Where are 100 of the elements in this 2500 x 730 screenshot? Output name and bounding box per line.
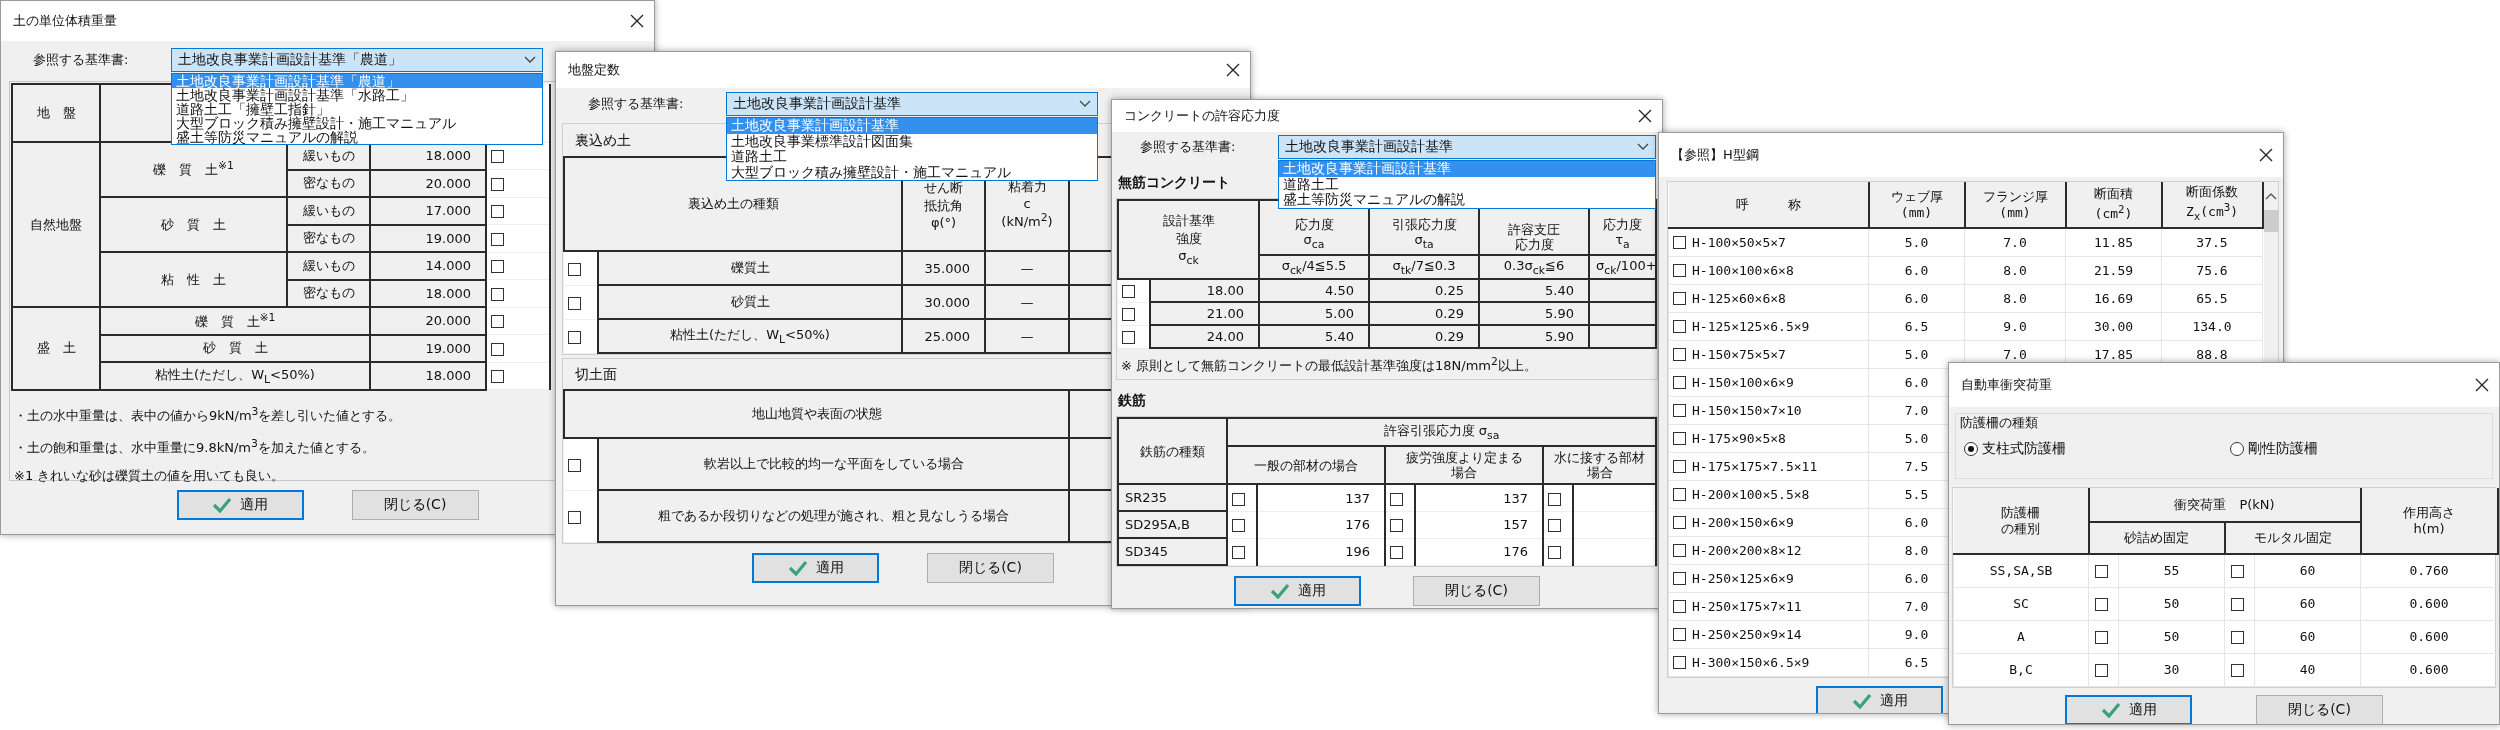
close-button[interactable]: 閉じる(C) (927, 553, 1054, 583)
checkbox[interactable] (491, 287, 505, 301)
table-cell: H-200×100×5.5×8 (1692, 487, 1810, 502)
apply-button[interactable]: 適用 (1816, 685, 1943, 713)
dropdown-option[interactable]: 道路土工 (1279, 176, 1655, 192)
chevron-icon (524, 56, 536, 64)
checkbox[interactable] (491, 315, 505, 329)
checkbox[interactable] (1390, 519, 1403, 533)
checkbox[interactable] (2231, 565, 2244, 579)
checkbox[interactable] (1673, 348, 1686, 361)
radio-button[interactable] (2230, 442, 2244, 456)
checkbox[interactable] (1390, 492, 1403, 506)
table-cell: 5.0 (1868, 228, 1965, 256)
dropdown-option[interactable]: 道路土工「擁壁工指針」 (172, 102, 542, 116)
apply-button[interactable]: 適用 (1234, 576, 1361, 607)
checkbox[interactable] (2231, 631, 2244, 644)
table-cell: 礫 質 土$^{※1}$ (100, 307, 370, 335)
close-icon[interactable] (630, 14, 644, 28)
checkbox[interactable] (491, 260, 505, 274)
checkbox[interactable] (1673, 236, 1686, 250)
checkbox[interactable] (491, 205, 505, 219)
checkbox[interactable] (2095, 598, 2108, 611)
close-button[interactable]: 閉じる(C) (2256, 694, 2383, 724)
checkbox[interactable] (1673, 264, 1686, 277)
checkbox[interactable] (1122, 285, 1135, 299)
table-cell: 0.600 (2360, 587, 2498, 620)
checkbox[interactable] (491, 342, 505, 356)
close-icon[interactable] (2259, 148, 2273, 162)
checkbox[interactable] (568, 262, 581, 276)
window-title: コンクリートの許容応力度 (1124, 107, 1280, 125)
header-text: τ$_{a}$ (1615, 232, 1630, 252)
reference-dropdown[interactable]: 土地改良事業計画設計基準 (1278, 135, 1656, 159)
table-cell: 0.600 (2360, 653, 2498, 686)
checkbox[interactable] (2095, 631, 2108, 644)
checkbox[interactable] (1673, 320, 1686, 333)
checkbox[interactable] (1673, 292, 1686, 305)
checkbox[interactable] (1673, 544, 1686, 557)
checkbox[interactable] (1673, 404, 1686, 417)
checkbox[interactable] (1548, 519, 1561, 533)
checkbox[interactable] (1122, 308, 1135, 321)
radio-label[interactable]: 剛性防護柵 (2248, 440, 2318, 458)
checkbox[interactable] (1673, 376, 1686, 389)
checkbox[interactable] (1232, 492, 1245, 506)
close-button[interactable]: 閉じる(C) (351, 490, 479, 520)
checkbox[interactable] (491, 232, 505, 246)
checkbox[interactable] (1122, 331, 1135, 344)
checkbox[interactable] (2095, 565, 2108, 579)
radio-label[interactable]: 支柱式防護柵 (1982, 440, 2066, 458)
dropdown-option[interactable]: 大型ブロック積み擁壁設計・施工マニュアル (172, 116, 542, 130)
checkbox[interactable] (1232, 546, 1245, 560)
close-button[interactable]: 閉じる(C) (1413, 576, 1540, 607)
checkbox[interactable] (1548, 546, 1561, 560)
checkbox[interactable] (1673, 432, 1686, 445)
checkbox[interactable] (1673, 572, 1686, 585)
apply-button[interactable]: 適用 (752, 553, 879, 583)
checkbox[interactable] (1390, 546, 1403, 560)
checkbox[interactable] (568, 510, 581, 524)
dropdown-option[interactable]: 道路土工 (727, 149, 1097, 165)
close-icon[interactable] (1638, 109, 1652, 123)
checkbox[interactable] (1673, 600, 1686, 613)
checkbox[interactable] (2095, 664, 2108, 677)
checkbox[interactable] (491, 370, 505, 384)
reference-dropdown[interactable]: 土地改良事業計画設計基準 (726, 92, 1098, 116)
checkbox[interactable] (491, 177, 505, 191)
dropdown-option[interactable]: 土地改良事業標準設計図面集 (727, 133, 1097, 149)
header-text: σ$_{ca}$ (1303, 232, 1325, 252)
table-header-cell: 鉄筋の種類 (1118, 418, 1227, 485)
table-cell: 5.00 (1259, 302, 1369, 325)
close-icon[interactable] (2475, 378, 2489, 392)
close-icon[interactable] (1226, 63, 1240, 77)
checkbox[interactable] (2231, 664, 2244, 677)
table-cell: 50 (2118, 587, 2225, 620)
scroll-up-icon[interactable] (2264, 192, 2277, 200)
header-text: 許容支圧 (1508, 222, 1560, 237)
dropdown-option[interactable]: 土地改良事業計画設計基準「水路工」 (172, 88, 542, 102)
checkbox[interactable] (491, 150, 505, 164)
table-header-cell: 地山地質や表面の状態 (564, 390, 1069, 438)
checkbox[interactable] (1673, 460, 1686, 473)
reference-dropdown[interactable]: 土地改良事業計画設計基準「農道」 (171, 48, 543, 72)
apply-button[interactable]: 適用 (176, 490, 304, 520)
checkbox[interactable] (1673, 516, 1686, 529)
table-cell: SC (1953, 587, 2089, 620)
dropdown-option[interactable]: 大型ブロック積み擁壁設計・施工マニュアル (727, 164, 1097, 180)
header-text: 防護柵 (2001, 504, 2040, 521)
checkbox[interactable] (568, 296, 581, 310)
checkbox[interactable] (2231, 598, 2244, 611)
table-cell: 砂 質 土 (100, 197, 287, 252)
radio-button[interactable] (1964, 442, 1978, 456)
table-cell: 6.5 (1868, 312, 1965, 340)
checkbox[interactable] (1673, 656, 1686, 669)
checkbox[interactable] (1548, 492, 1561, 506)
checkbox[interactable] (568, 330, 581, 344)
checkbox[interactable] (1673, 488, 1686, 501)
checkbox[interactable] (1232, 519, 1245, 533)
checkbox[interactable] (1673, 628, 1686, 641)
dropdown-option[interactable]: 盛土等防災マニュアルの解説 (1279, 192, 1655, 208)
table-cell: 0.600 (2360, 620, 2498, 653)
note-text: ・土の水中重量は、表中の値から9kN/m$^{3}$を差し引いた値とする。 (14, 403, 402, 425)
apply-button[interactable]: 適用 (2065, 694, 2192, 724)
checkbox[interactable] (568, 458, 581, 472)
